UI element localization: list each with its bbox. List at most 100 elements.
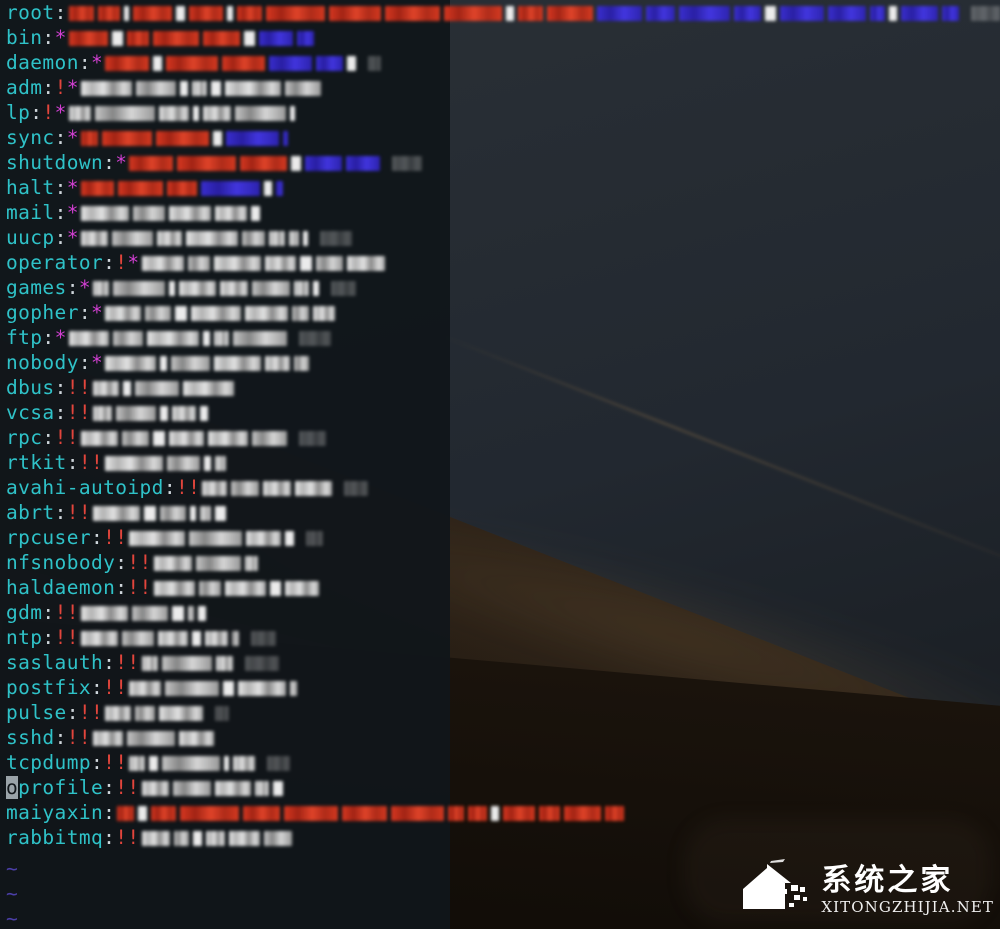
redacted-field-separator	[143, 506, 156, 521]
vim-line[interactable]: abrt:!!	[6, 500, 228, 525]
redacted-hash-block	[224, 581, 266, 596]
password-marker: !!	[115, 826, 140, 849]
shadow-username: rpcuser	[6, 526, 91, 549]
redacted-hash-block	[265, 356, 291, 371]
redacted-hash-block	[121, 431, 149, 446]
password-marker: !!	[115, 776, 140, 799]
redacted-hash-block	[126, 31, 149, 46]
vim-line[interactable]: nobody:*	[6, 350, 311, 375]
vim-line[interactable]: pulse:!!	[6, 700, 231, 725]
redacted-field-separator	[111, 31, 123, 46]
vim-line[interactable]: lp:!*	[6, 100, 297, 125]
shadow-username: shutdown	[6, 151, 104, 174]
redacted-hash-block	[191, 306, 242, 321]
vim-line[interactable]: saslauth:!!	[6, 650, 281, 675]
vim-line[interactable]: bin:*	[6, 25, 316, 50]
redacted-hash-block	[68, 331, 109, 346]
redacted-hash-block	[941, 6, 959, 21]
vim-line[interactable]: ftp:*	[6, 325, 333, 350]
vim-line[interactable]: rtkit:!!	[6, 450, 228, 475]
password-marker: !*	[42, 101, 67, 124]
redacted-hash-block-faint	[267, 756, 291, 771]
field-separator-colon: :	[54, 201, 67, 224]
redacted-hash-block	[126, 731, 175, 746]
vim-line[interactable]: adm:!*	[6, 75, 323, 100]
redacted-hash-block	[141, 831, 170, 846]
redacted-hash-block	[80, 231, 108, 246]
terminal-window[interactable]: root: bin:* daemon:* adm:!* lp:!* sync:* shutd…	[0, 0, 1000, 929]
redacted-hash-block	[92, 406, 112, 421]
vim-line[interactable]: mail:*	[6, 200, 262, 225]
redacted-hash-block	[222, 56, 266, 71]
redacted-hash-block	[202, 481, 228, 496]
vim-line[interactable]: rpcuser:!!	[6, 525, 325, 550]
redacted-hash-block	[231, 481, 260, 496]
redacted-hash-block	[225, 131, 279, 146]
redacted-field-separator	[210, 81, 221, 96]
redacted-field-separator	[764, 6, 776, 21]
redacted-hash-block	[151, 806, 177, 821]
vim-line[interactable]: shutdown:*	[6, 150, 424, 175]
vim-line[interactable]: games:*	[6, 275, 358, 300]
redacted-hash-block	[195, 556, 241, 571]
redacted-field-separator	[189, 506, 196, 521]
vim-line[interactable]: dbus:!!	[6, 375, 236, 400]
redacted-hash-block	[232, 331, 287, 346]
field-separator-colon: :	[66, 276, 79, 299]
vim-line[interactable]: sync:*	[6, 125, 290, 150]
vim-line[interactable]: operator:!*	[6, 250, 387, 275]
vim-line[interactable]: halt:*	[6, 175, 285, 200]
vim-line[interactable]: rabbitmq:!!	[6, 825, 294, 850]
redacted-hash-block	[645, 6, 675, 21]
redacted-hash-block	[251, 431, 287, 446]
password-marker: *	[54, 326, 67, 349]
vim-line[interactable]: vcsa:!!	[6, 400, 210, 425]
vim-line[interactable]: daemon:*	[6, 50, 383, 75]
vim-line[interactable]: oprofile:!!	[6, 775, 285, 800]
redacted-hash-block	[173, 831, 189, 846]
redacted-hash-block	[135, 706, 156, 721]
redacted-hash-block	[228, 831, 260, 846]
redacted-hash-block	[153, 581, 195, 596]
redacted-hash-block	[546, 6, 593, 21]
vim-line[interactable]: rpc:!!	[6, 425, 328, 450]
field-separator-colon: :	[54, 226, 67, 249]
vim-line[interactable]: haldaemon:!!	[6, 575, 321, 600]
redacted-field-separator	[250, 206, 260, 221]
password-marker: !*	[115, 251, 140, 274]
vim-line[interactable]: uucp:*	[6, 225, 354, 250]
shadow-username: mail	[6, 201, 55, 224]
vim-line[interactable]: postfix:!!	[6, 675, 299, 700]
redacted-hash-block	[214, 356, 262, 371]
shadow-username: oprofile	[6, 776, 104, 799]
field-separator-colon: :	[42, 626, 55, 649]
redacted-hash-block	[207, 431, 248, 446]
redacted-hash-block	[384, 6, 440, 21]
redacted-field-separator	[224, 756, 230, 771]
vim-line[interactable]: root:	[6, 0, 1000, 25]
redacted-hash-block	[121, 631, 154, 646]
redacted-hash-block	[178, 731, 214, 746]
shadow-username: nobody	[6, 351, 79, 374]
vim-line[interactable]: maiyaxin:	[6, 800, 626, 825]
redacted-hash-block	[171, 406, 196, 421]
redacted-field-separator	[243, 31, 255, 46]
redacted-hash-block	[605, 806, 625, 821]
shadow-username: operator	[6, 251, 104, 274]
redacted-hash-block	[80, 206, 129, 221]
vim-line[interactable]: ntp:!!	[6, 625, 278, 650]
shadow-username: dbus	[6, 376, 55, 399]
password-marker: !!	[103, 676, 128, 699]
shadow-username: root	[6, 1, 55, 24]
redacted-field-separator	[202, 331, 210, 346]
redacted-hash-block	[162, 756, 221, 771]
vim-line[interactable]: tcpdump:!!	[6, 750, 292, 775]
vim-line[interactable]: avahi-autoipd:!!	[6, 475, 370, 500]
password-marker: !!	[66, 726, 91, 749]
vim-line[interactable]: gopher:*	[6, 300, 337, 325]
vim-line[interactable]: nfsnobody:!!	[6, 550, 260, 575]
redacted-hash-block	[284, 581, 319, 596]
vim-line[interactable]: sshd:!!	[6, 725, 216, 750]
redacted-hash-block	[245, 306, 289, 321]
vim-line[interactable]: gdm:!!	[6, 600, 208, 625]
